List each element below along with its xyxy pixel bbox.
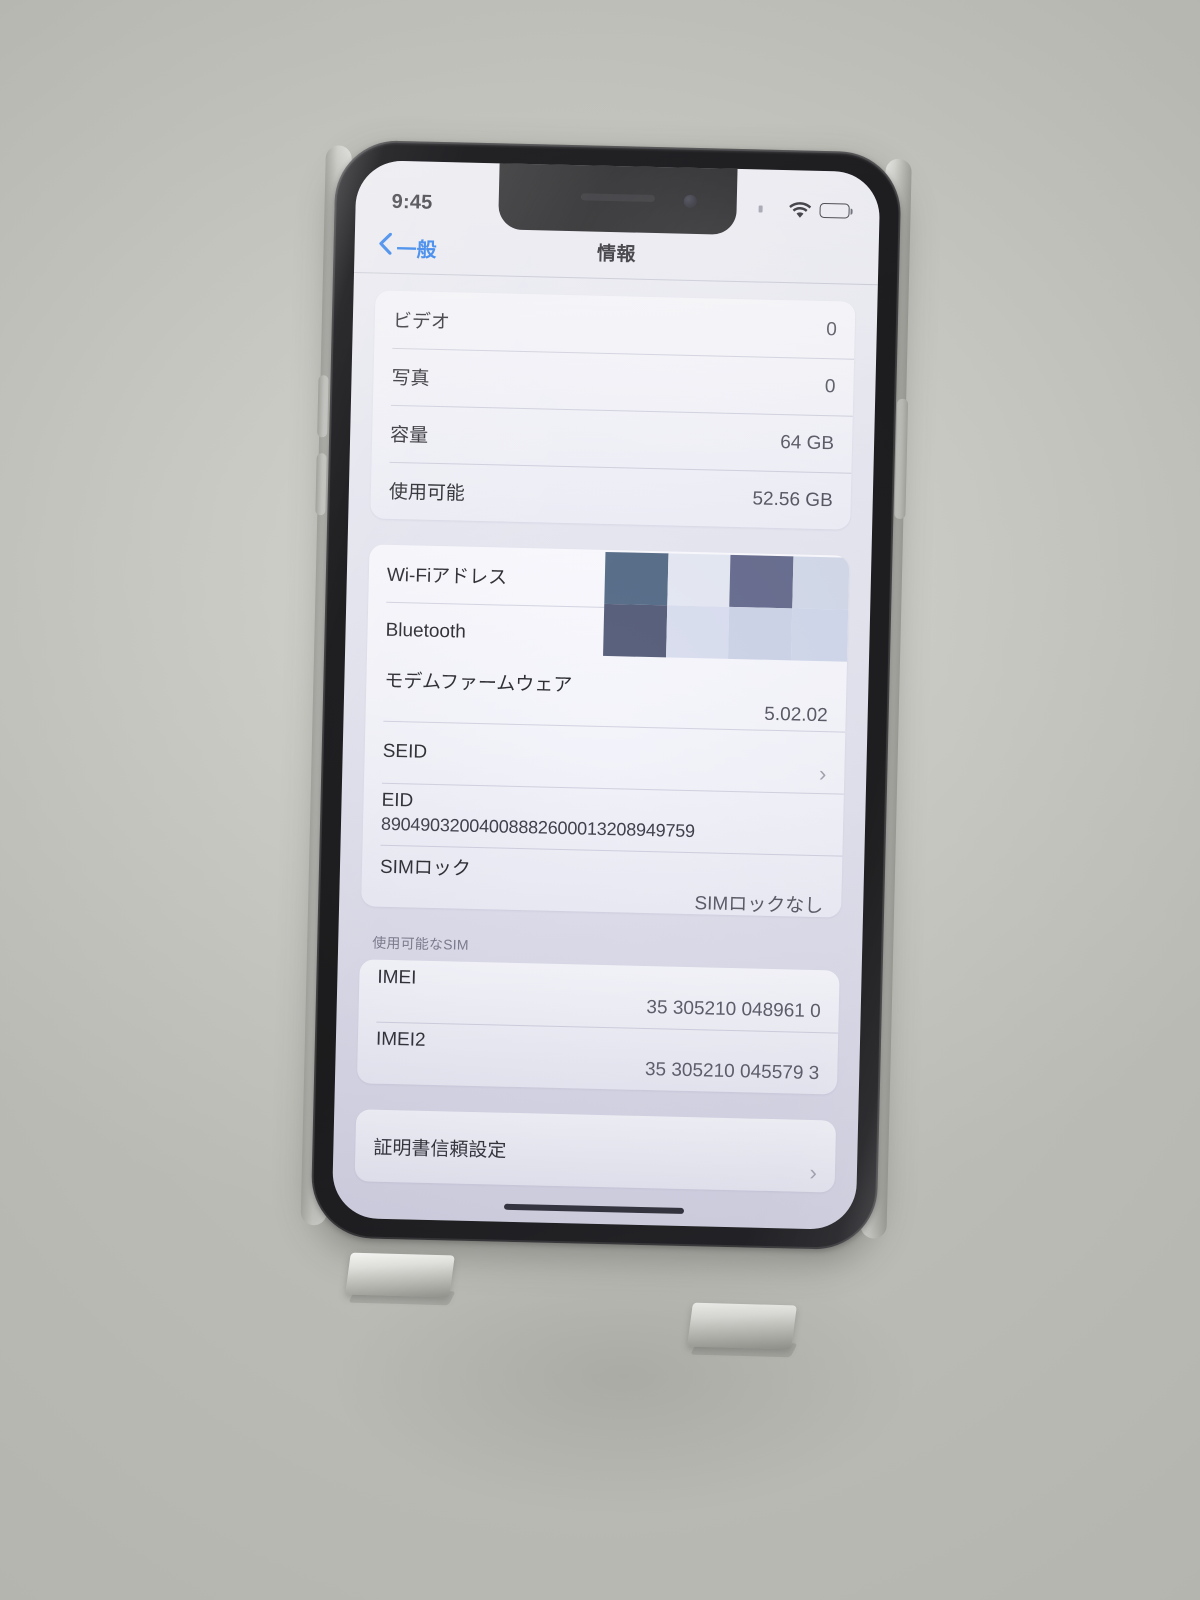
- location-dot-icon: [758, 204, 763, 213]
- chevron-right-icon: ›: [818, 761, 827, 787]
- row-label: 容量: [389, 424, 429, 447]
- volume-up-button[interactable]: [317, 375, 329, 438]
- sim-group: IMEI 35 305210 048961 0 IMEI2 35 305210 …: [356, 959, 840, 1095]
- settings-list: ビデオ 0 写真 0 容量 64 GB 使用可能 52.56 GB Wi-Fiア…: [332, 274, 878, 1230]
- certificate-trust-group: 証明書信頼設定 ›: [354, 1109, 837, 1193]
- table-row[interactable]: モデムファームウェア 5.02.02: [365, 658, 846, 731]
- row-label: 証明書信頼設定: [373, 1137, 507, 1162]
- table-row-seid[interactable]: SEID ›: [364, 720, 845, 793]
- device-screen: 9:45 一般 情報 ビデオ 0 写真 0 容量 64 GB 使用可能 52.5…: [331, 159, 881, 1231]
- chevron-left-icon: [378, 232, 393, 261]
- row-value: 52.56 GB: [752, 487, 834, 511]
- table-row-certificate-trust[interactable]: 証明書信頼設定 ›: [355, 1109, 837, 1192]
- row-label: 使用可能: [388, 481, 466, 505]
- row-label: Bluetooth: [385, 619, 467, 643]
- status-bar: 9:45: [355, 174, 880, 230]
- row-value: 64 GB: [780, 431, 835, 454]
- photograph-scene: 9:45 一般 情報 ビデオ 0 写真 0 容量 64 GB 使用可能 52.5…: [0, 0, 1200, 1600]
- table-row-simlock[interactable]: SIMロック SIMロックなし: [361, 844, 842, 917]
- row-label: SEID: [382, 740, 428, 763]
- chevron-right-icon: ›: [809, 1159, 818, 1186]
- row-label: ビデオ: [392, 310, 451, 334]
- table-row[interactable]: 使用可能 52.56 GB: [370, 461, 851, 529]
- power-button[interactable]: [894, 398, 909, 520]
- redaction-mosaic: [603, 551, 850, 662]
- row-value: 0: [824, 375, 836, 397]
- storage-group: ビデオ 0 写真 0 容量 64 GB 使用可能 52.56 GB: [370, 290, 856, 530]
- battery-full-icon: [819, 202, 850, 219]
- status-bar-clock: 9:45: [391, 190, 433, 214]
- table-row-imei2[interactable]: IMEI2 35 305210 045579 3: [357, 1021, 838, 1094]
- stand-clip-right: [687, 1302, 797, 1350]
- device-body: 9:45 一般 情報 ビデオ 0 写真 0 容量 64 GB 使用可能 52.5…: [310, 139, 902, 1251]
- row-value: 0: [825, 318, 838, 340]
- page-title: 情報: [596, 243, 637, 266]
- wifi-icon: [788, 201, 812, 219]
- table-row-imei[interactable]: IMEI 35 305210 048961 0: [358, 959, 839, 1032]
- back-button-label: 一般: [396, 238, 437, 262]
- iphone-device: 9:45 一般 情報 ビデオ 0 写真 0 容量 64 GB 使用可能 52.5…: [298, 123, 915, 1277]
- identifiers-group: Wi-Fiアドレス Bluetooth モデムファームウェア 5.02.02 S…: [361, 544, 850, 918]
- stand-clip-left: [345, 1252, 455, 1298]
- back-button-general[interactable]: 一般: [378, 232, 437, 262]
- table-row-eid[interactable]: EID 89049032004008882600013208949759: [363, 782, 844, 855]
- row-label: 写真: [391, 367, 430, 390]
- volume-down-button[interactable]: [315, 453, 327, 516]
- row-label: Wi-Fiアドレス: [386, 564, 508, 589]
